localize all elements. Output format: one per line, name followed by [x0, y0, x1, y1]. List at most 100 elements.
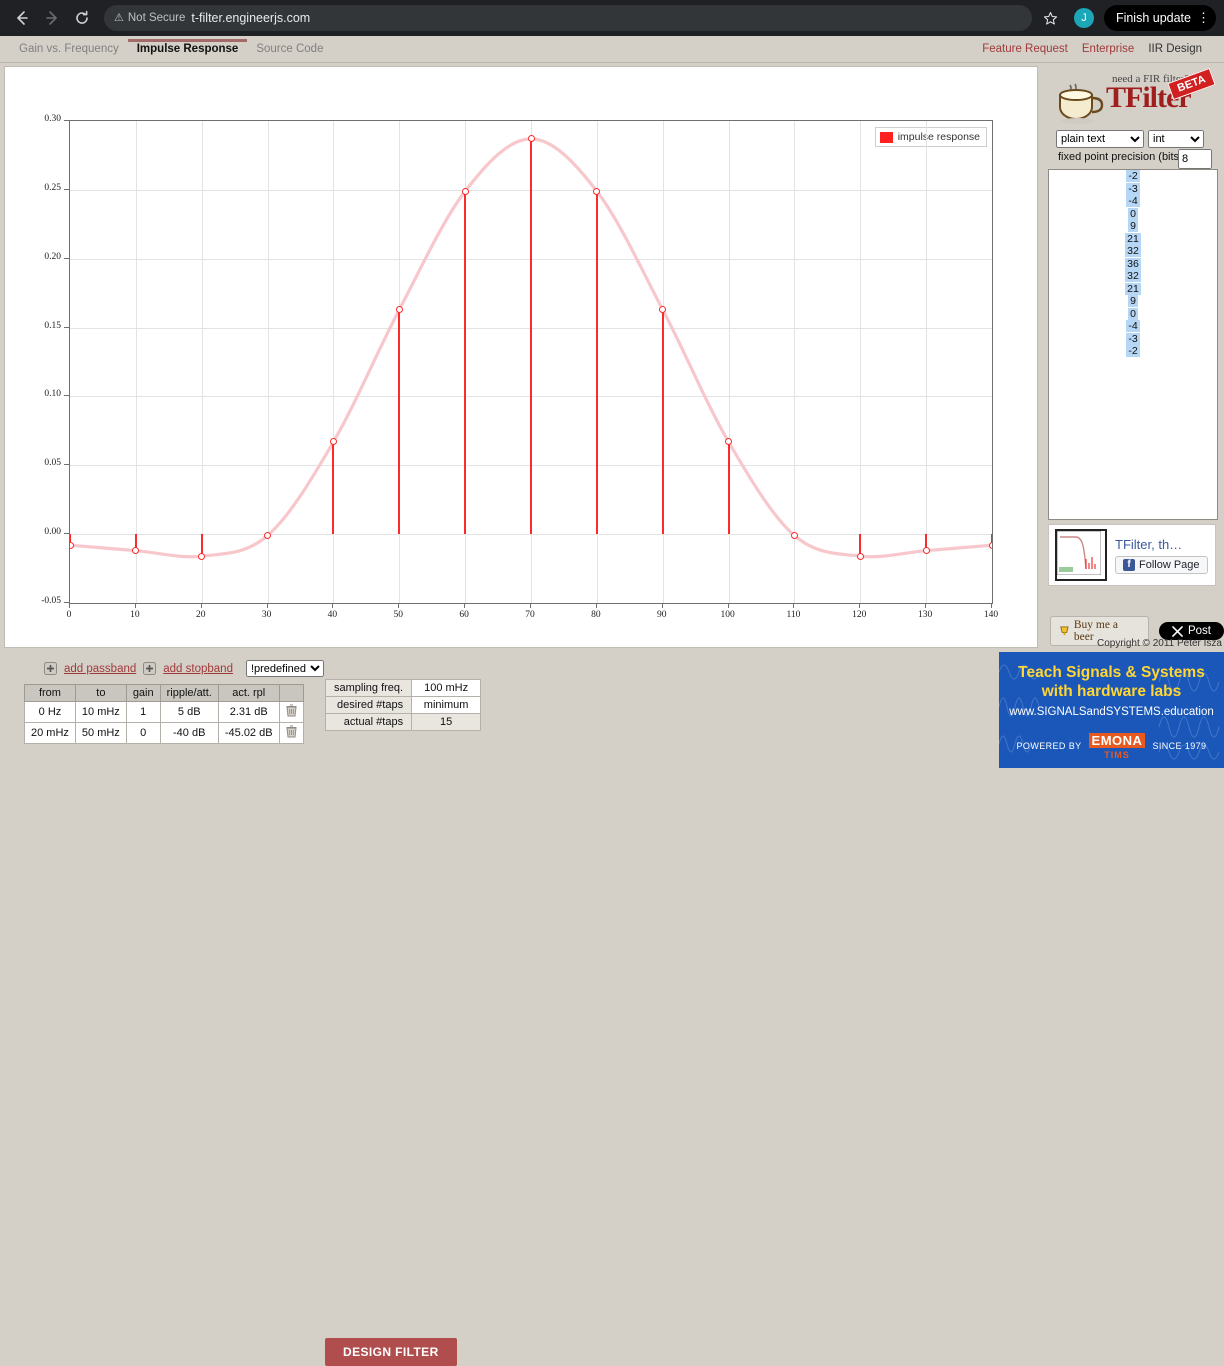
x-axis-tick-label: 0 — [49, 610, 89, 620]
band-to-cell[interactable]: 50 mHz — [75, 723, 126, 744]
bands-table: fromtogainripple/att.act. rpl 0 Hz10 mHz… — [24, 684, 304, 744]
spec-row: sampling freq.100 mHz — [326, 680, 481, 697]
address-bar[interactable]: ⚠ Not Secure t-filter.engineerjs.com — [104, 5, 1032, 31]
impulse-sample-point[interactable] — [396, 306, 403, 313]
x-axis-tick — [267, 603, 268, 608]
table-row: 20 mHz50 mHz0-40 dB-45.02 dB — [25, 723, 304, 744]
facebook-page-title[interactable]: TFilter, th… — [1115, 537, 1208, 552]
forward-button[interactable] — [38, 4, 66, 32]
view-tabs: Gain vs. Frequency Impulse Response Sour… — [0, 36, 332, 62]
impulse-sample-point[interactable] — [989, 542, 994, 549]
y-axis-tick-label: 0.10 — [44, 389, 61, 399]
security-indicator[interactable]: ⚠ Not Secure — [114, 12, 185, 24]
ad-brand-name: EMONA — [1089, 733, 1146, 748]
coefficient-value: 32 — [1049, 245, 1217, 258]
coefficient-value: 0 — [1049, 308, 1217, 321]
band-from-cell[interactable]: 0 Hz — [25, 702, 76, 723]
band-gain-cell[interactable]: 0 — [126, 723, 160, 744]
x-axis-tick — [530, 603, 531, 608]
impulse-stem — [332, 442, 334, 534]
tfilter-logo: need a FIR filter? TFilter BETA — [1054, 71, 1224, 126]
coefficients-output[interactable]: -2-3-409213236322190-4-3-2 — [1048, 169, 1218, 520]
band-ripple-cell[interactable]: 5 dB — [160, 702, 218, 723]
add-stopband-link[interactable]: add stopband — [163, 663, 233, 675]
top-right-links: Feature Request Enterprise IIR Design — [982, 43, 1224, 55]
filter-controls: add passband add stopband !predefined fr… — [0, 650, 1000, 768]
x-axis-tick-label: 70 — [510, 610, 550, 620]
plus-icon-2[interactable] — [143, 662, 156, 675]
bookmark-button[interactable] — [1038, 5, 1064, 31]
impulse-sample-point[interactable] — [528, 135, 535, 142]
spec-value[interactable]: minimum — [412, 697, 481, 714]
y-axis-tick-label: 0.25 — [44, 183, 61, 193]
design-filter-button[interactable]: DESIGN FILTER — [325, 1338, 457, 1366]
trash-icon[interactable] — [286, 704, 297, 717]
ad-since: SINCE 1979 — [1152, 741, 1206, 751]
kebab-menu-icon[interactable]: ⋮ — [1197, 14, 1210, 22]
link-enterprise[interactable]: Enterprise — [1082, 43, 1134, 55]
y-axis-tick-label: 0.30 — [44, 114, 61, 124]
x-axis-tick — [596, 603, 597, 608]
post-label: Post — [1188, 625, 1211, 637]
specs-table-body: sampling freq.100 mHzdesired #tapsminimu… — [326, 680, 481, 731]
tab-gain-vs-frequency[interactable]: Gain vs. Frequency — [10, 39, 128, 59]
impulse-response-chart-panel: impulse response -0.050.000.050.100.150.… — [4, 66, 1038, 648]
star-icon — [1043, 11, 1058, 26]
bands-col-header: gain — [126, 685, 160, 702]
coefficient-list: -2-3-409213236322190-4-3-2 — [1049, 170, 1217, 358]
impulse-sample-point[interactable] — [198, 553, 205, 560]
plot-area: impulse response — [69, 120, 993, 604]
x-axis-tick — [728, 603, 729, 608]
coefficient-value: 9 — [1049, 295, 1217, 308]
y-axis-tick — [64, 258, 69, 259]
ad-brand-sub: TIMS — [1089, 750, 1146, 760]
bands-table-header: fromtogainripple/att.act. rpl — [25, 685, 304, 702]
avatar[interactable]: J — [1074, 8, 1094, 28]
band-ripple-cell[interactable]: -40 dB — [160, 723, 218, 744]
band-gain-cell[interactable]: 1 — [126, 702, 160, 723]
spec-label: desired #taps — [326, 697, 412, 714]
link-iir-design[interactable]: IIR Design — [1148, 43, 1202, 55]
precision-input[interactable] — [1178, 149, 1212, 169]
delete-band-button[interactable] — [279, 702, 303, 723]
delete-band-button[interactable] — [279, 723, 303, 744]
impulse-stem — [596, 191, 598, 534]
add-band-row: add passband add stopband !predefined — [44, 660, 324, 677]
impulse-sample-point[interactable] — [923, 547, 930, 554]
url-text: t-filter.engineerjs.com — [191, 11, 310, 25]
x-axis-tick — [69, 603, 70, 608]
format-select[interactable]: plain text — [1056, 130, 1144, 148]
facebook-follow-button[interactable]: f Follow Page — [1115, 556, 1208, 574]
x-axis-tick-label: 110 — [773, 610, 813, 620]
finish-update-button[interactable]: Finish update ⋮ — [1104, 5, 1216, 31]
tab-impulse-response[interactable]: Impulse Response — [128, 39, 248, 59]
impulse-sample-point[interactable] — [69, 542, 74, 549]
numeric-type-select[interactable]: int — [1148, 130, 1204, 148]
ad-footer: POWERED BY EMONA TIMS SINCE 1979 — [999, 732, 1224, 760]
tab-source-code[interactable]: Source Code — [247, 39, 332, 59]
export-format-row: plain text int — [1056, 130, 1204, 148]
impulse-sample-point[interactable] — [462, 188, 469, 195]
x-axis-tick — [925, 603, 926, 608]
band-to-cell[interactable]: 10 mHz — [75, 702, 126, 723]
spec-value[interactable]: 100 mHz — [412, 680, 481, 697]
x-axis-tick-label: 60 — [444, 610, 484, 620]
reload-button[interactable] — [68, 4, 96, 32]
plus-icon[interactable] — [44, 662, 57, 675]
add-passband-link[interactable]: add passband — [64, 663, 136, 675]
predefined-select[interactable]: !predefined — [246, 660, 324, 677]
x-axis-tick-label: 20 — [181, 610, 221, 620]
ad-banner[interactable]: Teach Signals & Systems with hardware la… — [999, 652, 1224, 768]
band-from-cell[interactable]: 20 mHz — [25, 723, 76, 744]
spec-row: desired #tapsminimum — [326, 697, 481, 714]
back-button[interactable] — [8, 4, 36, 32]
impulse-stem — [464, 191, 466, 534]
link-feature-request[interactable]: Feature Request — [982, 43, 1068, 55]
x-axis-tick — [398, 603, 399, 608]
browser-toolbar: ⚠ Not Secure t-filter.engineerjs.com J F… — [0, 0, 1224, 36]
impulse-sample-point[interactable] — [791, 532, 798, 539]
spec-row: actual #taps15 — [326, 714, 481, 731]
impulse-sample-point[interactable] — [857, 553, 864, 560]
band-actual-ripple-cell: -45.02 dB — [218, 723, 279, 744]
impulse-stem — [530, 139, 532, 534]
